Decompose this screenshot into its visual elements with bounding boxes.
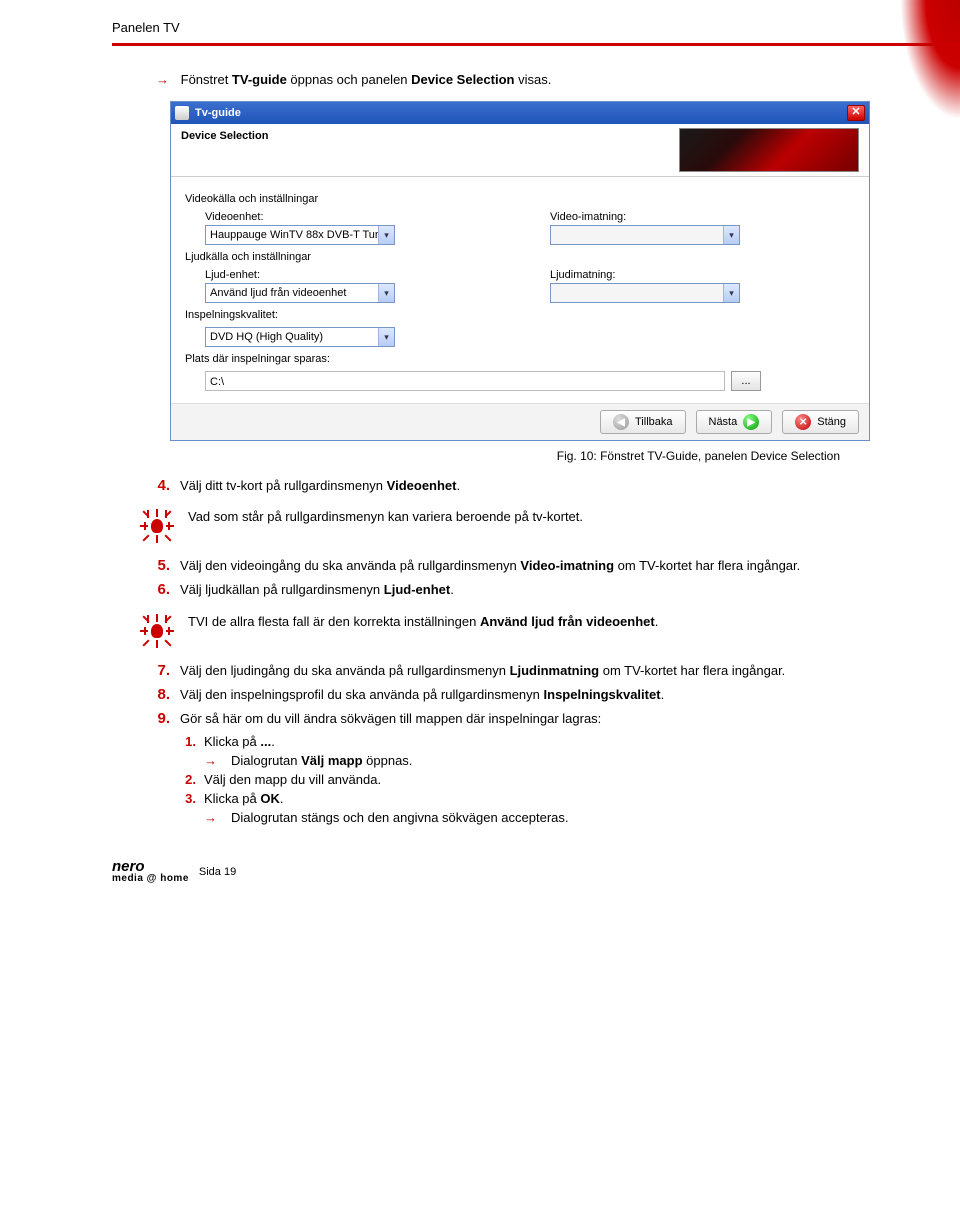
step-9-3-result: → Dialogrutan stängs och den angivna sök…: [204, 810, 900, 825]
intro-bold2: Device Selection: [411, 72, 514, 87]
step-4: 4. Välj ditt tv-kort på rullgardinsmenyn…: [150, 477, 900, 495]
hero-image: [679, 128, 859, 172]
step-9-1: 1. Klicka på ....: [180, 734, 900, 749]
step-8: 8. Välj den inspelningsprofil du ska anv…: [150, 686, 900, 704]
step-5: 5. Välj den videoingång du ska använda p…: [150, 557, 900, 575]
arrow-icon: →: [204, 753, 217, 768]
step-number: 4.: [150, 477, 180, 495]
step-list: 4. Välj ditt tv-kort på rullgardinsmenyn…: [150, 477, 900, 495]
step-9-2: 2. Välj den mapp du vill använda.: [180, 772, 900, 787]
inspelning-combo[interactable]: DVD HQ (High Quality) ▾: [205, 327, 395, 347]
plats-input[interactable]: C:\: [205, 371, 725, 391]
arrow-icon: →: [204, 810, 217, 825]
back-icon: ◀: [613, 414, 629, 430]
back-button[interactable]: ◀ Tillbaka: [600, 410, 686, 434]
next-icon: ▶: [743, 414, 759, 430]
videoimatning-combo[interactable]: ▾: [550, 225, 740, 245]
figure-caption: Fig. 10: Fönstret TV-Guide, panelen Devi…: [150, 449, 840, 463]
close-label: Stäng: [817, 416, 846, 428]
page-content: → Fönstret TV-guide öppnas och panelen D…: [0, 46, 960, 849]
chevron-down-icon: ▾: [723, 284, 739, 302]
window-title: Tv-guide: [195, 107, 241, 119]
lightbulb-icon: [140, 509, 174, 543]
page-footer: nero media @ home Sida 19: [0, 849, 960, 904]
window-subheader: Device Selection: [171, 124, 869, 177]
step-7: 7. Välj den ljudingång du ska använda på…: [150, 662, 900, 680]
ljudenhet-combo[interactable]: Använd ljud från videoenhet ▾: [205, 283, 395, 303]
browse-button[interactable]: ...: [731, 371, 761, 391]
videoenhet-label: Videoenhet:: [205, 211, 510, 223]
window-titlebar: Tv-guide ✕: [171, 102, 869, 124]
next-label: Nästa: [709, 416, 738, 428]
plats-label: Plats där inspelningar sparas:: [185, 353, 855, 365]
step-9-3: 3. Klicka på OK.: [180, 791, 900, 806]
intro-line: → Fönstret TV-guide öppnas och panelen D…: [156, 72, 900, 87]
videoimatning-label: Video-imatning:: [550, 211, 855, 223]
tip-1: Vad som står på rullgardinsmenyn kan var…: [140, 509, 900, 543]
window-close-button[interactable]: ✕: [847, 105, 865, 121]
step-9-1-result: → Dialogrutan Välj mapp öppnas.: [204, 753, 900, 768]
ljudenhet-label: Ljud-enhet:: [205, 269, 510, 281]
chevron-down-icon: ▾: [378, 226, 394, 244]
intro-prefix: Fönstret: [181, 72, 232, 87]
tip-2: TVI de allra flesta fall är den korrekta…: [140, 614, 900, 648]
inspelning-label: Inspelningskvalitet:: [185, 309, 855, 321]
inspelning-value: DVD HQ (High Quality): [206, 331, 378, 343]
app-icon: [175, 106, 189, 120]
step-9: 9. Gör så här om du vill ändra sökvägen …: [150, 710, 900, 728]
intro-suffix: visas.: [514, 72, 551, 87]
tv-guide-window: Tv-guide ✕ Device Selection Videokälla o…: [170, 101, 870, 441]
panel-body: Videokälla och inställningar Videoenhet:…: [171, 177, 869, 403]
header-title: Panelen TV: [112, 20, 960, 35]
ljudenhet-value: Använd ljud från videoenhet: [206, 287, 378, 299]
page-header: Panelen TV: [0, 0, 960, 46]
header-rule: [112, 43, 960, 46]
arrow-icon: →: [156, 72, 169, 87]
ljudimatning-combo[interactable]: ▾: [550, 283, 740, 303]
window-subtitle: Device Selection: [181, 130, 268, 142]
intro-mid: öppnas och panelen: [287, 72, 411, 87]
group-audio-title: Ljudkälla och inställningar: [185, 251, 855, 263]
videoenhet-combo[interactable]: Hauppauge WinTV 88x DVB-T Tune ▾: [205, 225, 395, 245]
chevron-down-icon: ▾: [378, 328, 394, 346]
tip-2-text: TVI de allra flesta fall är den korrekta…: [188, 614, 658, 629]
ljudimatning-label: Ljudimatning:: [550, 269, 855, 281]
close-icon: ✕: [795, 414, 811, 430]
videoenhet-value: Hauppauge WinTV 88x DVB-T Tune: [206, 229, 378, 241]
back-label: Tillbaka: [635, 416, 673, 428]
tip-1-text: Vad som står på rullgardinsmenyn kan var…: [188, 509, 583, 524]
group-video-title: Videokälla och inställningar: [185, 193, 855, 205]
step-6: 6. Välj ljudkällan på rullgardinsmenyn L…: [150, 581, 900, 599]
button-bar: ◀ Tillbaka Nästa ▶ ✕ Stäng: [171, 403, 869, 440]
lightbulb-icon: [140, 614, 174, 648]
next-button[interactable]: Nästa ▶: [696, 410, 773, 434]
nero-logo: nero media @ home: [112, 859, 189, 884]
close-button[interactable]: ✕ Stäng: [782, 410, 859, 434]
chevron-down-icon: ▾: [378, 284, 394, 302]
page-number: Sida 19: [199, 866, 236, 878]
intro-bold1: TV-guide: [232, 72, 287, 87]
chevron-down-icon: ▾: [723, 226, 739, 244]
